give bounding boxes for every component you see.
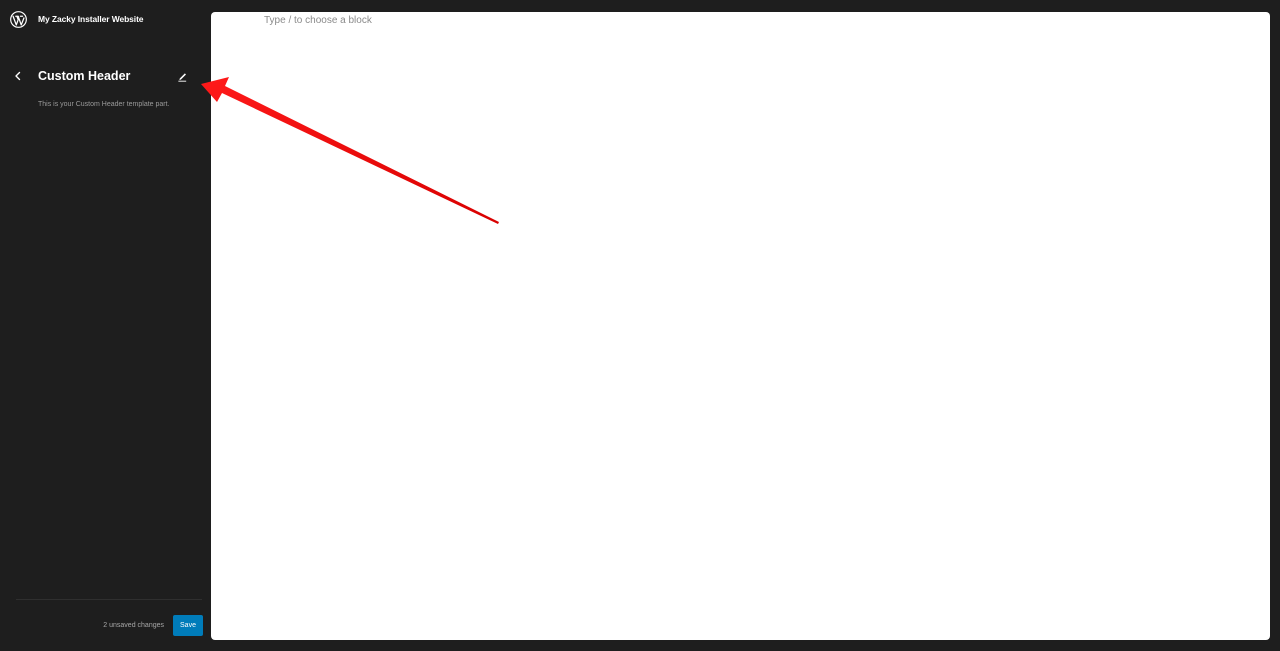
- editor-canvas[interactable]: Type / to choose a block: [211, 12, 1270, 640]
- unsaved-changes-text: 2 unsaved changes: [103, 622, 164, 629]
- chevron-left-icon[interactable]: [10, 66, 26, 86]
- site-title[interactable]: My Zacky Installer Website: [38, 14, 144, 24]
- site-hub: My Zacky Installer Website: [10, 9, 144, 29]
- wordpress-logo-icon[interactable]: [10, 10, 27, 28]
- pencil-icon[interactable]: [174, 67, 190, 85]
- sidebar-footer: 2 unsaved changes Save: [16, 615, 203, 636]
- site-editor: My Zacky Installer Website Custom Header…: [0, 0, 1280, 651]
- template-part-description: This is your Custom Header template part…: [38, 101, 170, 108]
- footer-divider: [16, 599, 202, 600]
- save-button[interactable]: Save: [173, 615, 203, 636]
- template-part-header: Custom Header: [10, 66, 190, 86]
- block-placeholder[interactable]: Type / to choose a block: [264, 15, 372, 26]
- sidebar: My Zacky Installer Website Custom Header…: [0, 0, 211, 651]
- template-part-title: Custom Header: [38, 69, 131, 83]
